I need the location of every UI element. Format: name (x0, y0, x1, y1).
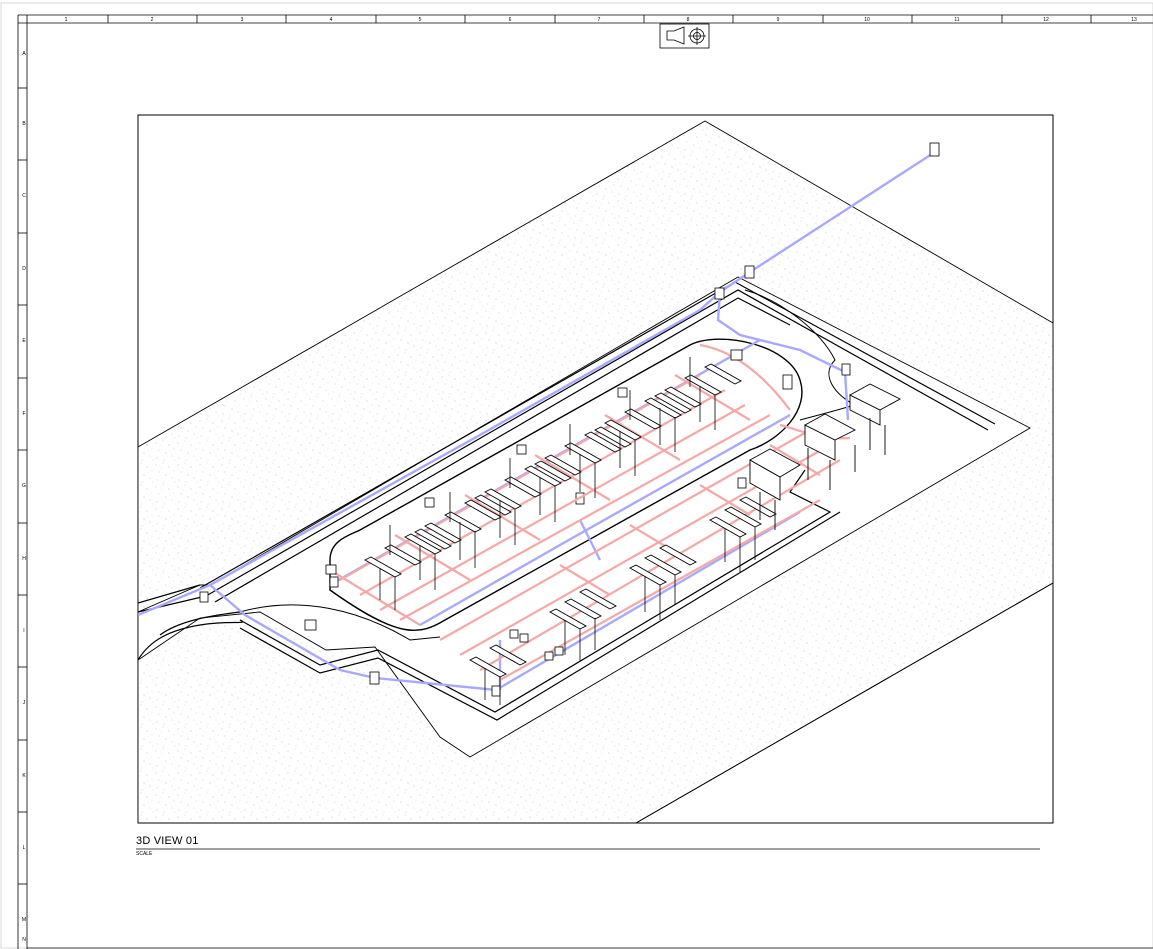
view-scale-label: SCALE (136, 851, 153, 857)
grid-col-label: 7 (597, 17, 601, 23)
camera-viewcube-icon[interactable] (659, 23, 710, 49)
grid-row-label: J (22, 700, 26, 706)
grid-row-label: D (22, 266, 26, 272)
grid-row-label: K (22, 773, 26, 779)
grid-col-label: 11 (954, 17, 960, 23)
grid-row-label: G (22, 483, 26, 489)
grid-row-label: N (22, 937, 26, 943)
grid-col-label: 8 (686, 17, 690, 23)
grid-col-label: 2 (150, 17, 154, 23)
3d-viewport[interactable] (137, 114, 1054, 824)
grid-col-label: 6 (508, 17, 512, 23)
grid-row-label: F (22, 411, 26, 417)
grid-row-label: L (22, 845, 26, 851)
grid-col-label: 3 (240, 17, 244, 23)
grid-col-label: 13 (1131, 17, 1137, 23)
grid-col-label: 5 (418, 17, 422, 23)
grid-row-label: C (22, 193, 26, 199)
grid-col-label: 10 (864, 17, 870, 23)
drawing-sheet (0, 2, 1153, 949)
grid-row-label: A (22, 51, 26, 57)
grid-row-label: E (22, 338, 26, 344)
grid-row-label: M (21, 917, 27, 923)
grid-col-label: 12 (1043, 17, 1049, 23)
grid-col-label: 1 (64, 17, 68, 23)
grid-row-label: H (22, 556, 26, 562)
grid-col-label: 4 (329, 17, 333, 23)
grid-row-label: B (22, 121, 26, 127)
view-title: 3D VIEW 01 (136, 835, 199, 847)
grid-col-label: 9 (776, 17, 780, 23)
grid-row-label: I (23, 628, 25, 634)
